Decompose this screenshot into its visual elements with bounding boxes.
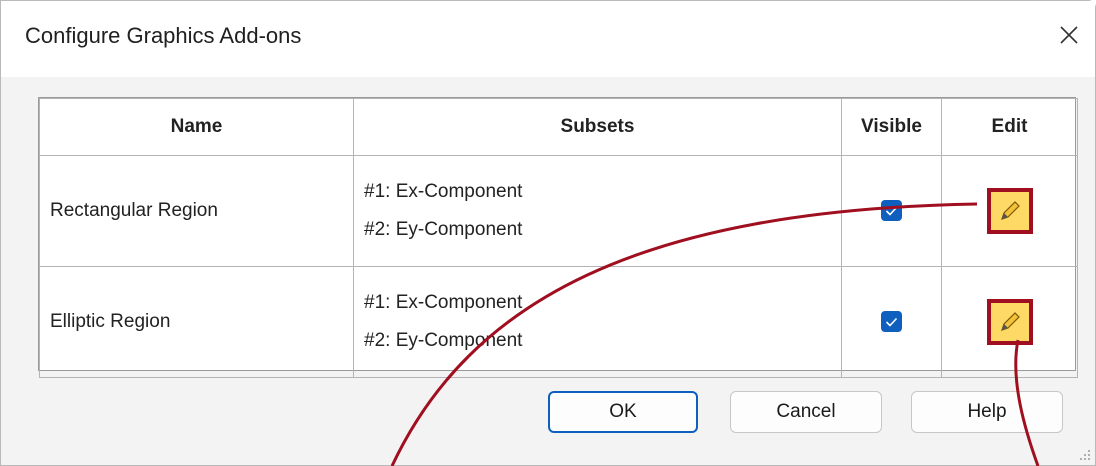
subset-item: #2: Ey-Component (364, 219, 523, 240)
visible-checkbox[interactable] (881, 200, 902, 222)
row-subsets: #1: Ex-Component #2: Ey-Component (353, 266, 842, 378)
table-header-row: Name Subsets Visible Edit (39, 98, 1078, 156)
table-row[interactable]: Rectangular Region #1: Ex-Component #2: … (39, 155, 1078, 267)
visible-cell (841, 266, 942, 378)
subset-item: #1: Ex-Component (364, 181, 523, 202)
cancel-button[interactable]: Cancel (730, 391, 882, 433)
ok-button[interactable]: OK (548, 391, 698, 433)
close-button[interactable] (1051, 17, 1087, 53)
edit-button[interactable] (986, 188, 1033, 234)
visible-cell (841, 155, 942, 267)
edit-button[interactable] (986, 299, 1033, 345)
close-icon (1060, 26, 1078, 44)
checkmark-icon (885, 206, 898, 216)
pencil-icon (1000, 312, 1020, 331)
help-button[interactable]: Help (911, 391, 1063, 433)
configure-graphics-addons-dialog: Configure Graphics Add-ons Name Subsets … (0, 0, 1096, 466)
edit-cell (941, 266, 1078, 378)
addons-table: Name Subsets Visible Edit Rectangular Re… (38, 97, 1078, 378)
row-subsets: #1: Ex-Component #2: Ey-Component (353, 155, 842, 267)
header-edit: Edit (941, 98, 1078, 156)
resize-grip-icon[interactable] (1077, 447, 1091, 461)
visible-checkbox[interactable] (881, 311, 902, 333)
checkmark-icon (885, 317, 898, 327)
subset-item: #1: Ex-Component (364, 292, 523, 313)
header-name: Name (39, 98, 354, 156)
edit-cell (941, 155, 1078, 267)
header-subsets: Subsets (353, 98, 842, 156)
title-bar: Configure Graphics Add-ons (1, 1, 1095, 77)
table-row[interactable]: Elliptic Region #1: Ex-Component #2: Ey-… (39, 266, 1078, 378)
row-name[interactable]: Rectangular Region (39, 155, 354, 267)
subset-item: #2: Ey-Component (364, 330, 523, 351)
pencil-icon (1000, 201, 1020, 220)
header-visible: Visible (841, 98, 942, 156)
dialog-title: Configure Graphics Add-ons (25, 23, 302, 48)
row-name[interactable]: Elliptic Region (39, 266, 354, 378)
